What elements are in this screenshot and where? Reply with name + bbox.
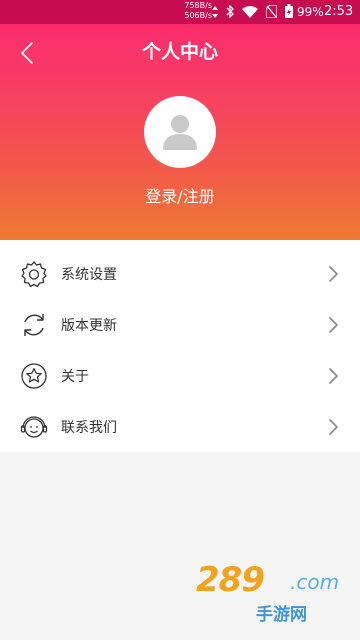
chevron-right-icon <box>329 265 338 282</box>
refresh-icon <box>20 311 48 339</box>
menu-item-label: 关于 <box>61 368 89 385</box>
clock: 2:53 <box>324 4 354 19</box>
watermark-caption: 手游网 <box>256 605 307 625</box>
avatar[interactable] <box>144 96 216 168</box>
net-speed: 758B/s 506B/s <box>176 1 212 21</box>
bluetooth-icon <box>226 3 234 22</box>
menu-item-about[interactable]: 关于 <box>0 350 360 401</box>
user-silhouette-icon <box>163 115 197 150</box>
profile-header: 个人中心 登录/注册 <box>0 24 360 240</box>
status-icons <box>212 0 301 24</box>
status-bar: 758B/s 506B/s 99% 2:53 <box>0 0 360 24</box>
login-register-link[interactable]: 登录/注册 <box>0 186 360 208</box>
no-sim-icon <box>265 3 278 22</box>
gear-icon <box>20 260 48 288</box>
menu-item-label: 系统设置 <box>61 266 117 283</box>
menu-item-version-update[interactable]: 版本更新 <box>0 299 360 350</box>
battery-percent: 99% <box>297 5 324 19</box>
menu-item-label: 版本更新 <box>61 317 117 334</box>
watermark-brand: 289 <box>196 560 265 600</box>
settings-menu: 系统设置 版本更新 关于 联系我们 <box>0 240 360 452</box>
menu-item-contact-us[interactable]: 联系我们 <box>0 401 360 452</box>
menu-item-label: 联系我们 <box>61 419 117 436</box>
chevron-right-icon <box>329 367 338 384</box>
battery-charging-icon <box>285 3 293 22</box>
watermark-logo: 289 .com 手游网 <box>196 560 346 630</box>
watermark-domain: .com <box>290 570 340 594</box>
page-title: 个人中心 <box>141 41 218 63</box>
wifi-icon <box>242 3 258 22</box>
arrows-icon <box>212 3 218 22</box>
headset-icon <box>20 413 48 441</box>
menu-item-system-settings[interactable]: 系统设置 <box>0 248 360 299</box>
net-speed-up: 758B/s <box>184 1 212 10</box>
net-speed-down: 506B/s <box>184 11 212 20</box>
chevron-right-icon <box>329 316 338 333</box>
chevron-right-icon <box>329 418 338 435</box>
star-icon <box>20 362 48 390</box>
